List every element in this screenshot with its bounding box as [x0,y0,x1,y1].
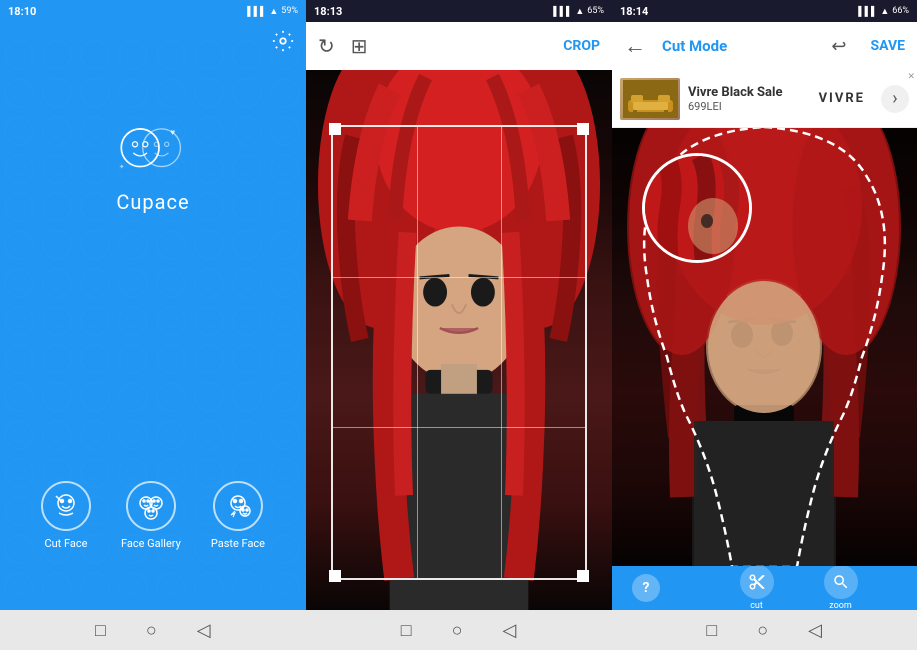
circle-nav-right[interactable]: ○ [757,620,768,641]
svg-text:♥: ♥ [170,128,175,138]
refresh-icon[interactable]: ↻ [318,34,335,58]
paste-face-label: Paste Face [211,537,265,550]
left-nav-section: □ ○ ◁ [0,620,306,641]
right-nav-section: □ ○ ◁ [611,620,917,641]
action-buttons: Cut Face [41,481,265,550]
square-nav-left[interactable]: □ [95,620,106,641]
right-panel: ← Cut Mode ↩ SAVE Vi [612,22,917,610]
crop-selection[interactable] [331,125,587,580]
svg-text:✦: ✦ [119,163,125,171]
cut-face-label: Cut Face [44,537,87,550]
crop-grid-h1 [333,277,585,278]
scissors-icon [748,573,766,591]
save-button[interactable]: SAVE [871,38,906,54]
navigation-bar: □ ○ ◁ □ ○ ◁ □ ○ ◁ [0,610,917,650]
zoom-icon [832,573,850,591]
crop-handle-tl[interactable] [329,123,341,135]
help-button[interactable]: ? [632,574,660,602]
face-gallery-icon-container [126,481,176,531]
back-nav-left[interactable]: ◁ [197,620,211,641]
layout-icon[interactable]: ⊞ [351,34,368,58]
time-left: 18:10 [8,5,36,18]
app-name: Cupace [116,190,189,214]
back-nav-right[interactable]: ◁ [808,620,822,641]
signal-icon-mid: ▌▌▌ [553,6,572,17]
zoom-circle [642,153,752,263]
crop-handle-tr[interactable] [577,123,589,135]
ad-chevron-button[interactable]: › [881,85,909,113]
ad-product-image [620,78,680,120]
advertisement-banner[interactable]: Vivre Black Sale 699LEI VIVRE › ✕ [612,70,917,128]
wifi-icon-right: ▲ [880,6,889,17]
signal-icon-left: ▌▌▌ [247,6,266,17]
cut-icon-bg [740,565,774,599]
cut-tool-button[interactable]: cut [740,565,774,611]
crop-handle-bl[interactable] [329,570,341,582]
left-panel: ♥ ✦ Cupace Cut Fa [0,22,306,610]
cut-face-icon-container [41,481,91,531]
ad-text: Vivre Black Sale 699LEI [688,85,811,113]
paste-face-button[interactable]: Paste Face [211,481,265,550]
cut-face-button[interactable]: Cut Face [41,481,91,550]
zoom-tool-button[interactable]: zoom [824,565,858,611]
zoom-icon-bg [824,565,858,599]
time-mid: 18:13 [314,5,342,18]
battery-left: 59% [281,6,298,16]
wifi-icon-mid: ▲ [575,6,584,17]
paste-face-icon-container [213,481,263,531]
crop-grid-v2 [501,127,502,578]
ad-close-button[interactable]: ✕ [907,72,915,82]
crop-handle-br[interactable] [577,570,589,582]
battery-mid: 65% [587,6,604,16]
settings-button[interactable] [272,30,294,57]
time-right: 18:14 [620,5,648,18]
battery-right: 66% [892,6,909,16]
face-gallery-button[interactable]: Face Gallery [121,481,181,550]
cut-mode-bottom-bar: ? cut zoom [612,566,917,610]
crop-panel: ↻ ⊞ CROP [306,22,612,610]
crop-toolbar: ↻ ⊞ CROP [306,22,612,70]
square-nav-right[interactable]: □ [706,620,717,641]
ad-title-text: Vivre Black Sale [688,85,811,100]
crop-grid-h2 [333,427,585,428]
back-nav-mid[interactable]: ◁ [502,620,516,641]
app-logo: ♥ ✦ Cupace [113,122,193,214]
cut-mode-image-area[interactable] [612,128,917,566]
signal-icon-right: ▌▌▌ [858,6,877,17]
crop-grid-v1 [417,127,418,578]
ad-subtitle-text: 699LEI [688,100,811,113]
circle-nav-left[interactable]: ○ [146,620,157,641]
mid-nav-section: □ ○ ◁ [306,620,612,641]
toolbar-title: Cut Mode [662,37,727,55]
undo-button[interactable]: ↩ [831,36,846,57]
ad-brand: VIVRE [819,91,865,106]
back-button[interactable]: ← [624,33,646,59]
crop-image-area[interactable] [306,70,612,610]
square-nav-mid[interactable]: □ [401,620,412,641]
crop-button[interactable]: CROP [563,38,600,54]
face-gallery-label: Face Gallery [121,537,181,550]
circle-nav-mid[interactable]: ○ [452,620,463,641]
wifi-icon-left: ▲ [269,6,278,17]
cut-mode-toolbar: ← Cut Mode ↩ SAVE [612,22,917,70]
